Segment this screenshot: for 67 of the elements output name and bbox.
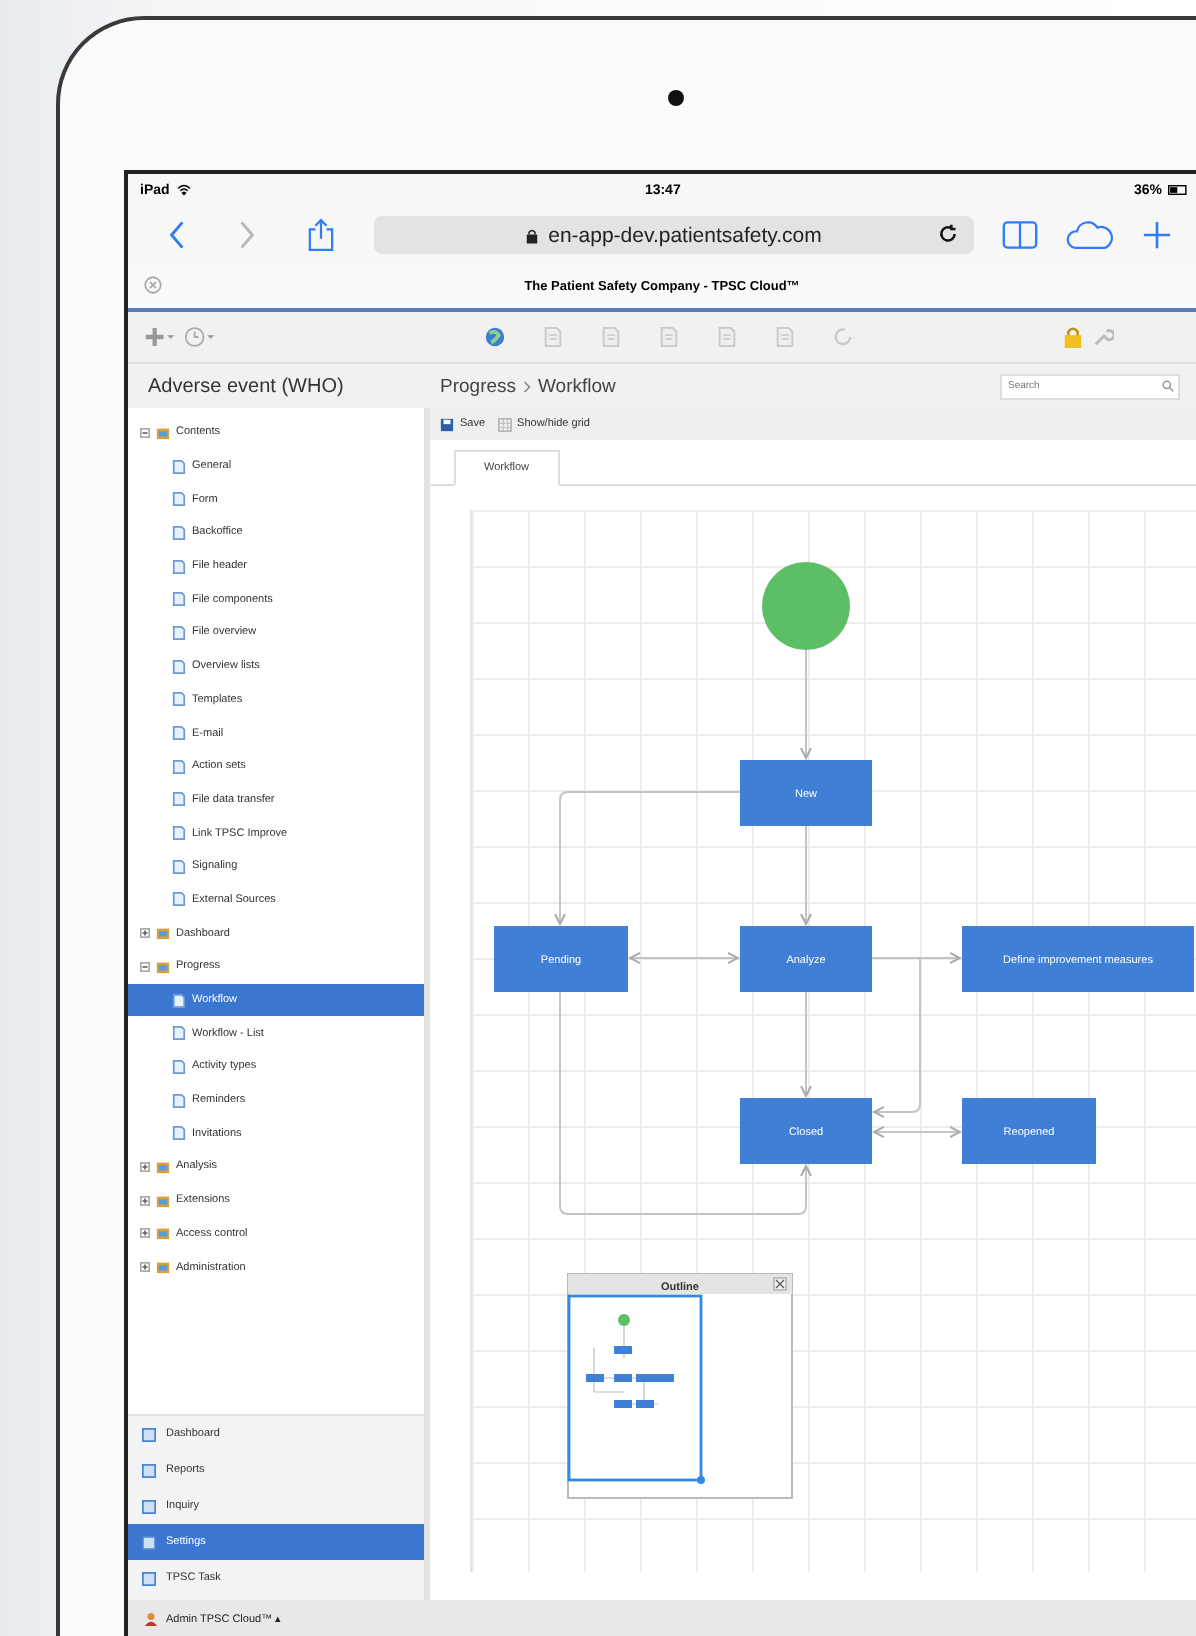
add-tab-icon[interactable] <box>1142 220 1172 250</box>
page-icon <box>172 759 186 774</box>
folder-icon <box>156 1159 170 1174</box>
folder-icon <box>156 959 170 974</box>
share-icon[interactable] <box>308 218 334 252</box>
page-icon <box>172 559 186 574</box>
expand-toggle[interactable] <box>140 928 150 939</box>
page-icon <box>172 726 186 741</box>
battery-icon <box>1168 184 1188 196</box>
connector-arrow <box>800 649 812 759</box>
module-icon <box>142 1535 156 1549</box>
page-icon <box>172 1059 186 1074</box>
record-title: Adverse event (WHO) <box>148 375 344 397</box>
page-icon <box>172 826 186 841</box>
folder-icon <box>156 1226 170 1241</box>
expand-toggle[interactable] <box>140 1195 150 1206</box>
page-icon <box>172 459 186 474</box>
page-icon <box>172 492 186 507</box>
start-node <box>762 562 850 650</box>
connector-arrow <box>629 952 739 964</box>
camera-dot <box>668 90 684 106</box>
close-icon[interactable] <box>773 1277 787 1291</box>
clock-icon[interactable] <box>184 326 216 348</box>
expand-toggle[interactable] <box>140 427 150 438</box>
cloud-icon[interactable] <box>1066 220 1114 250</box>
module-icon <box>142 1463 156 1477</box>
page-icon <box>172 993 186 1008</box>
page-icon <box>172 859 186 874</box>
user-icon <box>144 1611 158 1625</box>
page-icon <box>172 1026 186 1041</box>
address-bar[interactable]: en-app-dev.patientsafety.com <box>374 216 974 254</box>
module-icon <box>142 1571 156 1585</box>
wifi-icon <box>175 184 192 196</box>
connector-arrow <box>800 825 812 925</box>
expand-toggle[interactable] <box>140 1262 150 1273</box>
padlock-icon[interactable] <box>1062 326 1084 348</box>
page-icon <box>172 792 186 807</box>
module-icon <box>142 1427 156 1441</box>
breadcrumb-item[interactable]: Progress <box>440 375 517 397</box>
page-icon <box>172 892 186 907</box>
page-icon <box>172 659 186 674</box>
folder-icon <box>156 425 170 440</box>
globe-icon[interactable] <box>484 326 506 348</box>
back-icon[interactable] <box>168 220 186 250</box>
book-icon[interactable] <box>1002 220 1038 250</box>
folder-icon <box>156 1193 170 1208</box>
lock-icon <box>526 227 539 243</box>
page-icon <box>172 592 186 607</box>
chevron-icon <box>522 379 533 393</box>
folder-icon <box>156 1260 170 1275</box>
page-icon <box>172 625 186 640</box>
module-icon <box>142 1499 156 1513</box>
connector-arrow <box>873 1126 961 1138</box>
grid-icon <box>497 417 512 431</box>
reload-icon[interactable] <box>938 224 958 244</box>
expand-toggle[interactable] <box>140 1161 150 1172</box>
page-icon <box>172 692 186 707</box>
page-icon <box>172 1093 186 1108</box>
close-tab-icon[interactable] <box>144 276 162 294</box>
plus-icon[interactable] <box>144 326 176 348</box>
breadcrumb-item[interactable]: Workflow <box>538 375 616 397</box>
page-icon <box>172 1126 186 1141</box>
folder-icon <box>156 926 170 941</box>
page-icon <box>172 525 186 540</box>
expand-toggle[interactable] <box>140 1228 150 1239</box>
expand-toggle[interactable] <box>140 961 150 972</box>
search-icon <box>1162 380 1174 392</box>
